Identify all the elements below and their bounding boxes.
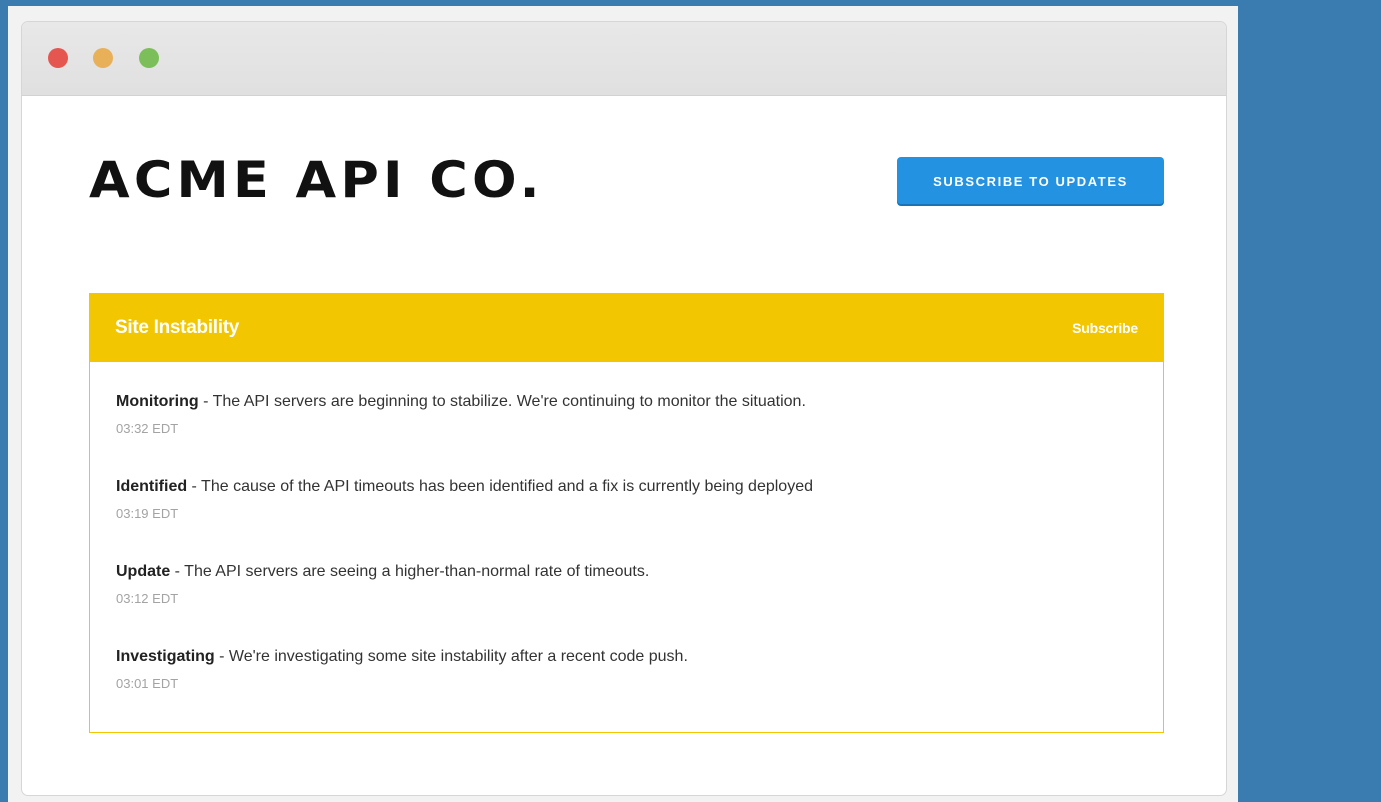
brand-logo: ACME API CO. [89,151,544,209]
update-message: The API servers are seeing a higher-than… [184,563,650,580]
incident-update: Update - The API servers are seeing a hi… [116,562,649,607]
update-timestamp: 03:01 EDT [116,676,179,691]
update-status: Identified [116,478,188,495]
update-status: Update [116,563,171,580]
desktop-background-left [0,0,8,802]
update-separator: - [170,563,185,580]
update-separator: - [198,393,213,410]
zoom-window-button[interactable] [139,48,159,68]
incident-subscribe-link[interactable]: Subscribe [1072,320,1138,336]
incident-title: Site Instability [115,317,240,338]
incident-card: Site Instability Subscribe Monitoring - … [89,293,1164,733]
update-timestamp: 03:12 EDT [116,591,179,606]
update-timestamp: 03:19 EDT [116,506,179,521]
update-timestamp: 03:32 EDT [116,421,179,436]
subscribe-to-updates-button[interactable]: SUBSCRIBE TO UPDATES [897,157,1164,204]
incident-header: Site Instability Subscribe [90,294,1163,362]
update-message: We're investigating some site instabilit… [228,648,688,665]
browser-window: ACME API CO. SUBSCRIBE TO UPDATES Site I… [21,21,1227,796]
update-message: The API servers are beginning to stabili… [212,393,806,410]
close-window-button[interactable] [48,48,68,68]
incident-update: Monitoring - The API servers are beginni… [116,392,806,437]
update-message: The cause of the API timeouts has been i… [201,478,813,495]
update-text: Update - The API servers are seeing a hi… [116,562,649,582]
update-text: Monitoring - The API servers are beginni… [116,392,806,412]
update-text: Investigating - We're investigating some… [116,647,688,667]
incident-update: Investigating - We're investigating some… [116,647,688,692]
incident-update: Identified - The cause of the API timeou… [116,477,813,522]
update-status: Investigating [116,648,215,665]
minimize-window-button[interactable] [93,48,113,68]
update-separator: - [214,648,229,665]
update-separator: - [187,478,202,495]
update-status: Monitoring [116,393,199,410]
window-titlebar [22,22,1226,96]
update-text: Identified - The cause of the API timeou… [116,477,813,497]
